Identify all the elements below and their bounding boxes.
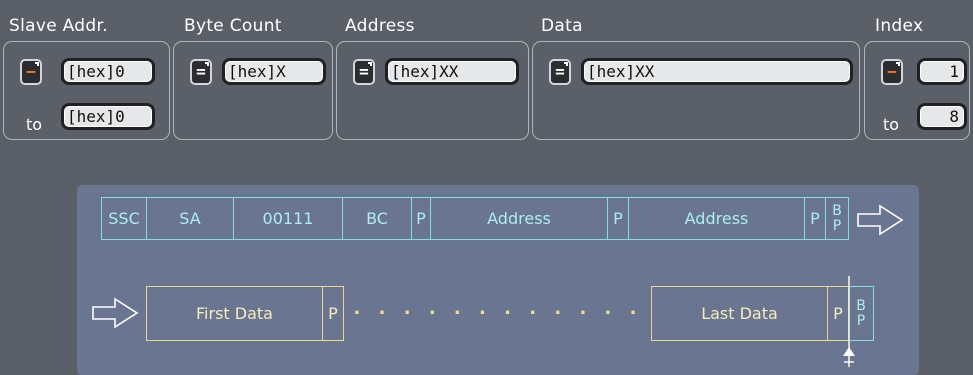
right-arrow-icon [857, 204, 904, 236]
diagram-arrows [92, 204, 904, 367]
right-arrow-icon [92, 297, 139, 329]
trigger-marker-icon [843, 276, 855, 367]
